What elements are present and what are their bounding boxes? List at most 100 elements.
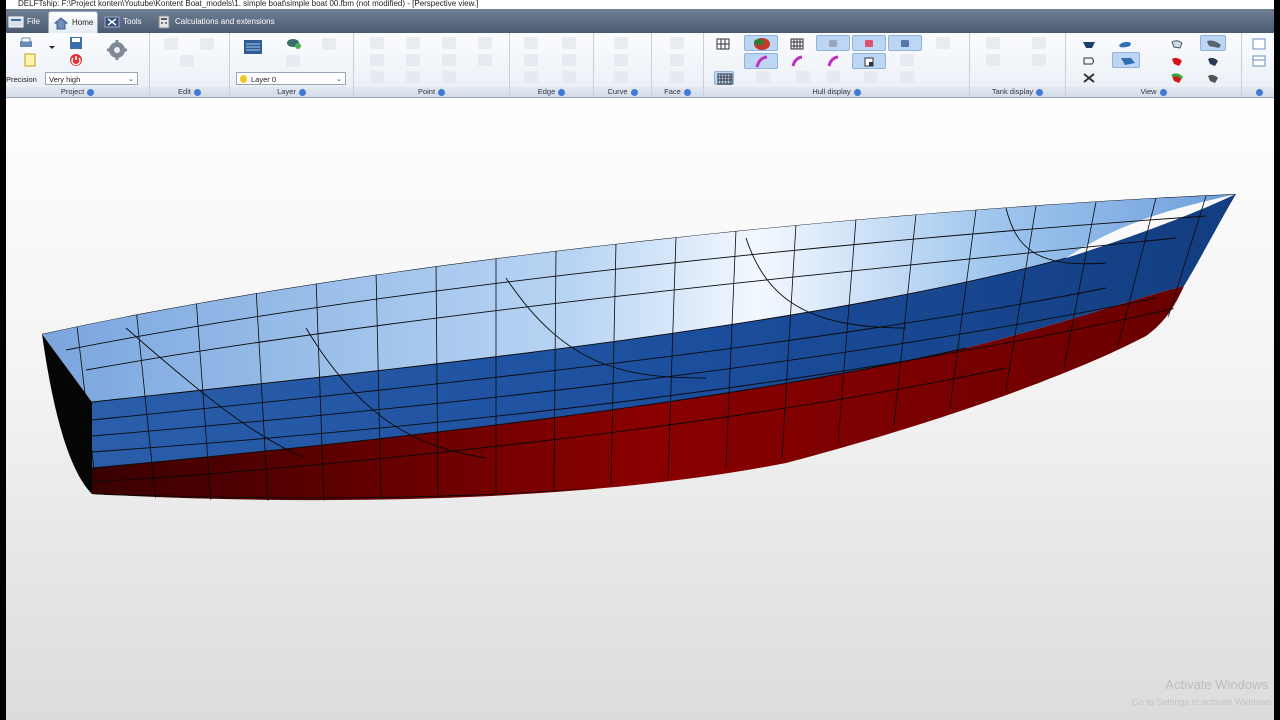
- edge-split-icon[interactable]: [524, 37, 538, 49]
- print-dropdown-arrow[interactable]: [48, 38, 56, 49]
- window-title: DELFTship: F:\Project konten\Youtube\Kon…: [6, 0, 1274, 9]
- ribbon: Precision Very high ⌄ Project Edit Layer…: [6, 33, 1274, 98]
- activation-watermark-subtitle: Go to Settings to activate Windows.: [1131, 697, 1274, 707]
- control-net-icon[interactable]: [716, 37, 730, 50]
- edge-select-icon[interactable]: [562, 71, 576, 83]
- group-label-project: Project: [6, 87, 149, 97]
- delete-icon[interactable]: [180, 55, 194, 67]
- group-label-face: Face: [652, 87, 703, 97]
- interior-edges-icon[interactable]: [790, 37, 804, 50]
- ribbon-tab-bar: File Home Tools Calculations and extensi…: [6, 9, 1274, 33]
- tab-calculations-label: Calculations and extensions: [175, 17, 275, 26]
- shade-hull-button[interactable]: [744, 35, 778, 51]
- group-label-hull-display: Hull display: [704, 87, 969, 97]
- group-point: Point: [354, 33, 510, 97]
- layer-select[interactable]: Layer 0 ⌄: [236, 72, 346, 85]
- exit-button[interactable]: [68, 53, 84, 67]
- view-rotate-icon[interactable]: [1082, 71, 1096, 83]
- perspective-viewport[interactable]: Activate Windows Go to Settings to activ…: [6, 98, 1274, 720]
- layer-properties-button[interactable]: [242, 37, 264, 57]
- point-lock-icon[interactable]: [406, 54, 420, 66]
- view-hull-icon[interactable]: [1082, 37, 1096, 49]
- curvature-plot-button[interactable]: [744, 53, 778, 69]
- tab-tools[interactable]: Tools: [104, 12, 142, 32]
- point-move-icon[interactable]: [406, 71, 420, 83]
- curvature-icon[interactable]: [790, 54, 804, 67]
- group-edit: Edit: [150, 33, 230, 97]
- view-grey-icon[interactable]: [1206, 71, 1220, 83]
- precision-select[interactable]: Very high ⌄: [45, 72, 138, 85]
- window-tile-icon[interactable]: [1252, 37, 1266, 50]
- group-label-curve: Curve: [594, 87, 651, 97]
- point-intersect-icon[interactable]: [478, 54, 492, 66]
- shade-gaussian-button[interactable]: [816, 35, 850, 51]
- view-perspective-button[interactable]: [1112, 52, 1140, 68]
- undo-icon[interactable]: [164, 38, 178, 50]
- group-label-edit: Edit: [150, 87, 229, 97]
- tab-file[interactable]: File: [8, 12, 40, 32]
- tank-edges-icon[interactable]: [986, 54, 1000, 66]
- view-dark-icon[interactable]: [1206, 54, 1220, 66]
- point-unlock-icon[interactable]: [442, 54, 456, 66]
- layer-value: Layer 0: [251, 75, 277, 84]
- face-invert-icon[interactable]: [670, 54, 684, 66]
- hull-option-icon[interactable]: [936, 37, 950, 49]
- point-insert-icon[interactable]: [478, 37, 492, 49]
- hull-option7-icon[interactable]: [900, 71, 914, 83]
- view-outline-icon[interactable]: [1082, 54, 1096, 66]
- hull-option6-icon[interactable]: [864, 71, 878, 83]
- normals-icon[interactable]: [826, 54, 840, 67]
- curve-check-icon[interactable]: [614, 71, 628, 83]
- view-red-icon[interactable]: [1170, 54, 1184, 66]
- group-window: [1242, 33, 1274, 97]
- point-remove-icon[interactable]: [442, 37, 456, 49]
- curve-new-icon[interactable]: [614, 37, 628, 49]
- print-button[interactable]: [18, 36, 34, 50]
- markers-button[interactable]: [852, 53, 886, 69]
- hull-option5-icon[interactable]: [826, 71, 840, 83]
- shade-zebra-button[interactable]: [852, 35, 886, 51]
- redo-icon[interactable]: [200, 38, 214, 50]
- point-collapse-icon[interactable]: [406, 37, 420, 49]
- save-button[interactable]: [68, 36, 84, 50]
- tab-calculations[interactable]: Calculations and extensions: [156, 12, 275, 32]
- point-add-icon[interactable]: [370, 37, 384, 49]
- group-hull-display: Hull display: [704, 33, 970, 97]
- point-project-icon[interactable]: [370, 71, 384, 83]
- edge-extrude-icon[interactable]: [562, 37, 576, 49]
- new-project-button[interactable]: [24, 53, 36, 67]
- shade-developability-button[interactable]: [888, 35, 922, 51]
- window-cascade-icon[interactable]: [1252, 54, 1266, 67]
- hull-option3-icon[interactable]: [756, 71, 770, 83]
- edge-connect-icon[interactable]: [524, 71, 538, 83]
- tab-tools-label: Tools: [123, 17, 142, 26]
- face-assemble-icon[interactable]: [670, 71, 684, 83]
- tank-fill-icon[interactable]: [1032, 37, 1046, 49]
- tab-home[interactable]: Home: [48, 11, 99, 33]
- edge-collapse-icon[interactable]: [562, 54, 576, 66]
- hull-option2-icon[interactable]: [900, 54, 914, 66]
- view-body-icon[interactable]: [1170, 37, 1184, 49]
- group-layer: Layer 0 ⌄ Layer: [230, 33, 354, 97]
- tank-shade-icon[interactable]: [986, 37, 1000, 49]
- curve-add-icon[interactable]: [614, 54, 628, 66]
- face-new-icon[interactable]: [670, 37, 684, 49]
- layer-delete-icon[interactable]: [322, 38, 336, 50]
- point-align-icon[interactable]: [370, 54, 384, 66]
- home-icon: [53, 16, 69, 30]
- point-extrude-icon[interactable]: [442, 71, 456, 83]
- hull-option4-icon[interactable]: [796, 71, 810, 83]
- file-menu-icon: [8, 15, 24, 29]
- new-layer-button[interactable]: [286, 36, 302, 50]
- edge-crease-icon[interactable]: [524, 54, 538, 66]
- group-curve: Curve: [594, 33, 652, 97]
- view-deck-icon[interactable]: [1118, 37, 1132, 49]
- hull-model-render: [42, 194, 1236, 501]
- view-color-icon[interactable]: [1170, 71, 1184, 83]
- settings-button[interactable]: [104, 38, 130, 62]
- layer-color-icon[interactable]: [286, 55, 300, 67]
- view-profile-button[interactable]: [1200, 35, 1226, 51]
- group-label-window: [1242, 87, 1274, 97]
- tank-names-icon[interactable]: [1032, 54, 1046, 66]
- grid-button[interactable]: [714, 71, 734, 85]
